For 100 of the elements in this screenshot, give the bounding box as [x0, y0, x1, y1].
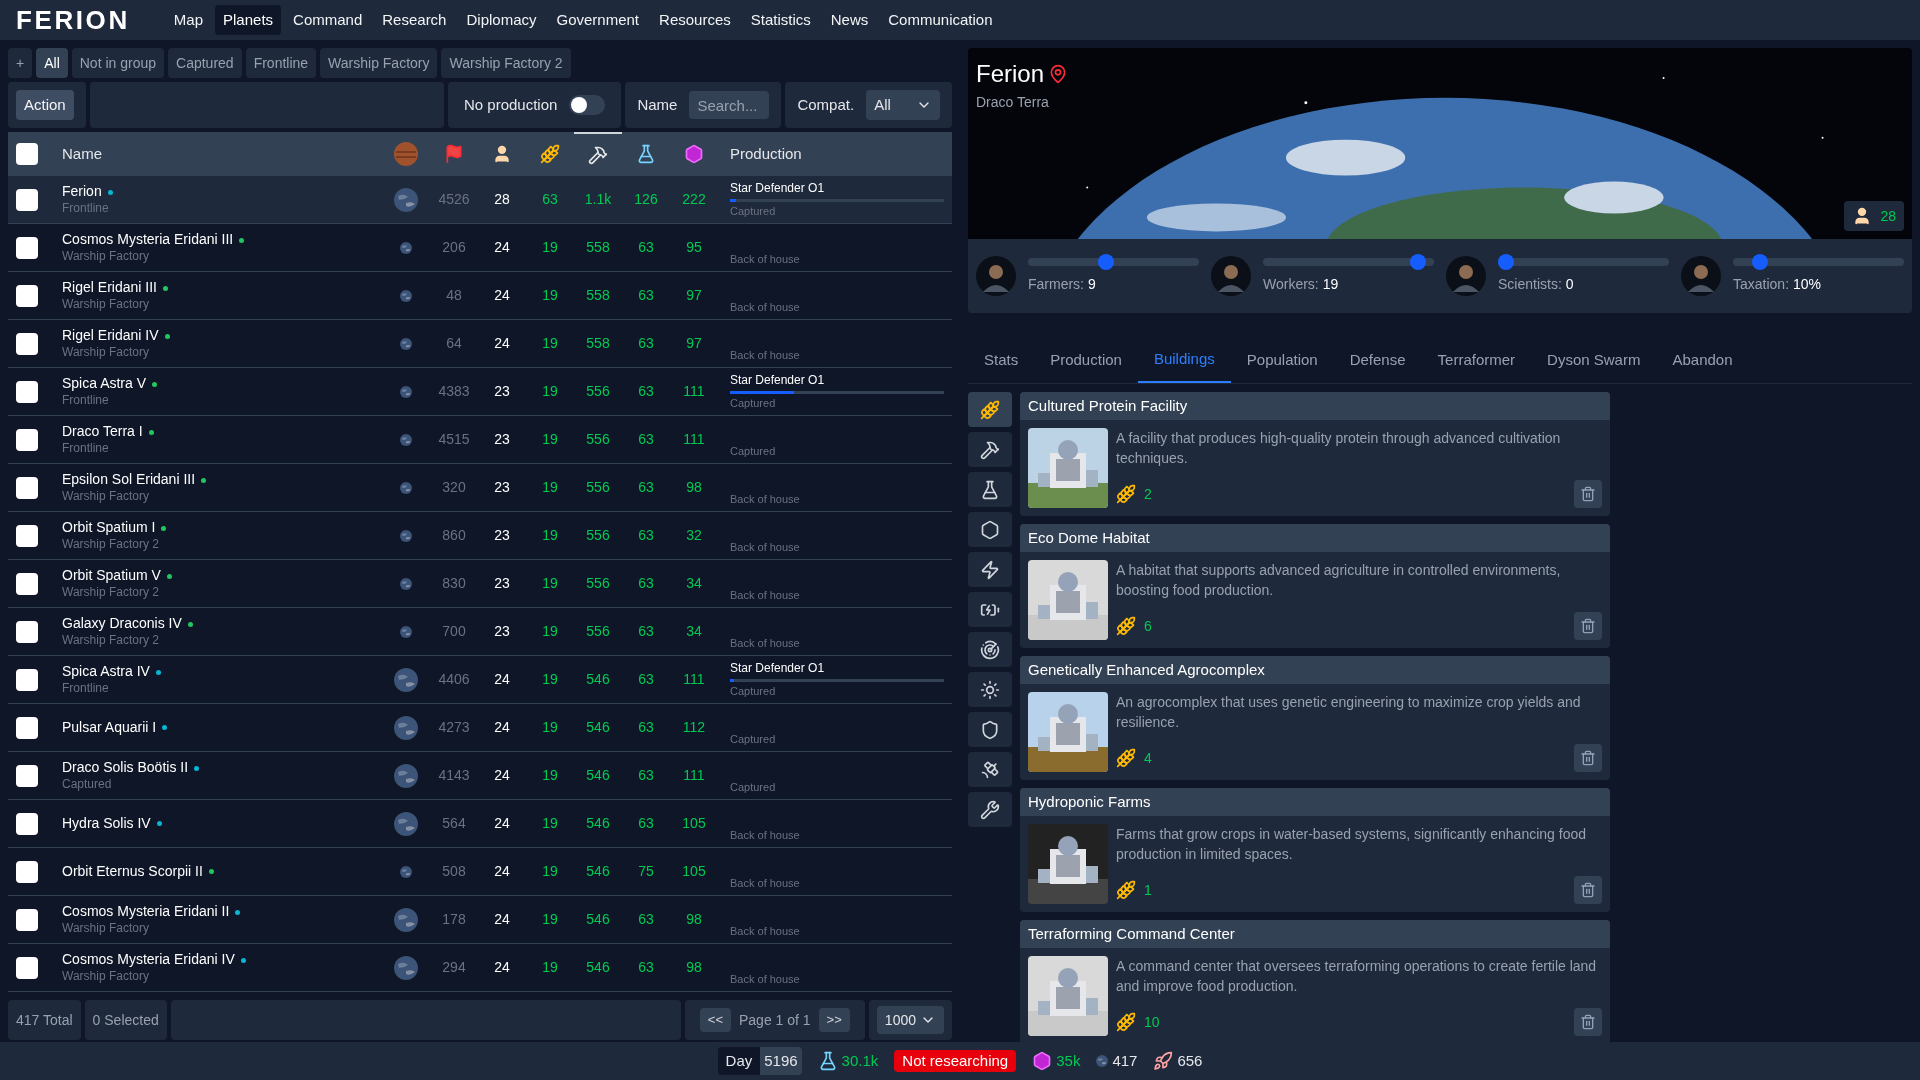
- tab[interactable]: Stats: [968, 337, 1035, 384]
- table-row[interactable]: Hydra Solis IV 564 24 19 546 63 105 Back of house: [8, 800, 952, 848]
- category-button[interactable]: [968, 512, 1012, 548]
- table-cell-text: 1.1k: [584, 190, 612, 209]
- table-row[interactable]: Rigel Eridani IV Warship Factory 64 24 19 558 63 97 Back of house: [8, 320, 952, 368]
- prev-page-button[interactable]: <<: [699, 1008, 731, 1032]
- category-button[interactable]: [968, 392, 1012, 428]
- table-row[interactable]: Draco Solis Boötis II Captured 4143 24 19 546 63 111 Captured: [8, 752, 952, 800]
- tab[interactable]: Terraformer: [1421, 337, 1532, 384]
- action-button[interactable]: Action: [16, 89, 74, 121]
- search-field[interactable]: Search...: [689, 91, 770, 119]
- category-button[interactable]: [968, 632, 1012, 668]
- group-tab[interactable]: +: [8, 48, 33, 78]
- nav-tab[interactable]: Statistics: [742, 4, 819, 36]
- table-row[interactable]: Epsilon Sol Eridani III Warship Factory 320 23 19 556 63 98 Back of house: [8, 464, 952, 512]
- table-row[interactable]: Orbit Spatium V Warship Factory 2 830 23 19 556 63 34 Back of house: [8, 560, 952, 608]
- category-button[interactable]: [968, 552, 1012, 588]
- table-row[interactable]: Rigel Eridani III Warship Factory 48 24 19 558 63 97 Back of house: [8, 272, 952, 320]
- row-checkbox[interactable]: [16, 236, 38, 259]
- nav-tab[interactable]: Resources: [651, 4, 739, 36]
- row-checkbox[interactable]: [16, 572, 38, 595]
- select-all-checkbox[interactable]: [16, 143, 38, 165]
- row-checkbox[interactable]: [16, 812, 38, 835]
- category-button[interactable]: [968, 712, 1012, 748]
- group-tab[interactable]: All: [36, 48, 68, 78]
- row-checkbox[interactable]: [16, 716, 38, 739]
- table-cell-text: 63: [638, 334, 654, 353]
- row-checkbox[interactable]: [16, 188, 38, 211]
- delete-button[interactable]: [1574, 876, 1602, 905]
- row-checkbox[interactable]: [16, 764, 38, 787]
- tab[interactable]: Defense: [1333, 337, 1422, 384]
- table-row[interactable]: Ferion Frontline 4526 28 63 1.1k 126 222 Star Defender O1 Captured: [8, 176, 952, 224]
- delete-button[interactable]: [1574, 612, 1602, 641]
- tab[interactable]: Buildings: [1137, 337, 1231, 384]
- table-row[interactable]: Pulsar Aquarii I 4273 24 19 546 63 112 Captured: [8, 704, 952, 752]
- slider-thumb[interactable]: [1498, 253, 1514, 270]
- nav-tab[interactable]: Map: [165, 4, 211, 36]
- row-checkbox[interactable]: [16, 860, 38, 883]
- rocket-icon: [1153, 1051, 1174, 1071]
- tab[interactable]: Abandon: [1656, 337, 1749, 384]
- per-page-select[interactable]: 1000: [876, 1006, 944, 1034]
- next-page-button[interactable]: >>: [818, 1008, 850, 1032]
- nav-tab[interactable]: Government: [548, 4, 648, 36]
- nav-tab[interactable]: News: [822, 4, 877, 36]
- row-checkbox[interactable]: [16, 332, 38, 355]
- research-status[interactable]: Not researching: [894, 1049, 1017, 1073]
- row-checkbox[interactable]: [16, 620, 38, 643]
- table-row[interactable]: Galaxy Draconis IV Warship Factory 2 700 23 19 556 63 34 Back of house: [8, 608, 952, 656]
- row-checkbox[interactable]: [16, 428, 38, 451]
- row-checkbox[interactable]: [16, 284, 38, 307]
- slider-thumb[interactable]: [1097, 253, 1114, 270]
- delete-button[interactable]: [1574, 480, 1602, 509]
- table-row[interactable]: Cosmos Mysteria Eridani III Warship Factory 206 24 19 558 63 95 Back of house: [8, 224, 952, 272]
- tab[interactable]: Production: [1034, 337, 1138, 384]
- group-tab[interactable]: Captured: [168, 48, 242, 78]
- group-tab[interactable]: Not in group: [71, 48, 165, 78]
- nav-tab[interactable]: Diplomacy: [458, 4, 545, 36]
- column-header[interactable]: Name: [62, 144, 102, 162]
- table-row[interactable]: Cosmos Mysteria Eridani II Warship Factory 178 24 19 546 63 98 Back of house: [8, 896, 952, 944]
- group-tab[interactable]: Warship Factory 2: [441, 48, 571, 78]
- table-row[interactable]: Spica Astra V Frontline 4383 23 19 556 63 111 Star Defender O1 Captured: [8, 368, 952, 416]
- category-button[interactable]: [968, 672, 1012, 708]
- toggle-switch[interactable]: [569, 95, 606, 115]
- table-row[interactable]: Cosmos Mysteria Eridani IV Warship Factory 294 24 19 546 63 98 Back of house: [8, 944, 952, 992]
- slider-thumb[interactable]: [1751, 253, 1768, 270]
- group-tab[interactable]: Warship Factory: [320, 48, 438, 78]
- avatar-icon: [1211, 256, 1251, 297]
- row-checkbox[interactable]: [16, 908, 38, 931]
- category-button[interactable]: [968, 472, 1012, 508]
- table-row[interactable]: Orbit Eternus Scorpii II 508 24 19 546 75 105 Back of house: [8, 848, 952, 896]
- row-checkbox[interactable]: [16, 476, 38, 499]
- sun-icon: [980, 679, 1000, 700]
- row-checkbox[interactable]: [16, 956, 38, 979]
- production-status: Back of house: [730, 829, 801, 843]
- category-button[interactable]: [968, 592, 1012, 628]
- nav-tab[interactable]: Research: [374, 4, 455, 36]
- category-button[interactable]: [968, 792, 1012, 828]
- nav-tab[interactable]: Planets: [215, 4, 282, 36]
- category-button[interactable]: [968, 432, 1012, 468]
- nav-tab[interactable]: Command: [285, 4, 371, 36]
- tab[interactable]: Population: [1230, 337, 1334, 384]
- table-row[interactable]: Spica Astra IV Frontline 4406 24 19 546 63 111 Star Defender O1 Captured: [8, 656, 952, 704]
- table-row[interactable]: Orbit Spatium I Warship Factory 2 860 23 19 556 63 32 Back of house: [8, 512, 952, 560]
- row-checkbox[interactable]: [16, 524, 38, 547]
- table-cell-text: 95: [686, 238, 702, 257]
- table-row[interactable]: Draco Terra I Frontline 4515 23 19 556 63 111 Captured: [8, 416, 952, 464]
- compat-select[interactable]: All: [866, 90, 940, 120]
- planet-icon: [394, 715, 418, 740]
- group-tab[interactable]: Frontline: [245, 48, 317, 78]
- row-checkbox[interactable]: [16, 380, 38, 403]
- delete-button[interactable]: [1574, 1008, 1602, 1037]
- category-button[interactable]: [968, 752, 1012, 788]
- table-cell-text: 24: [494, 766, 510, 785]
- tab[interactable]: Dyson Swarm: [1531, 337, 1657, 384]
- row-checkbox[interactable]: [16, 668, 38, 691]
- table-cell-text: 4406: [438, 670, 470, 689]
- column-header[interactable]: Production: [730, 144, 802, 162]
- slider-thumb[interactable]: [1410, 253, 1427, 270]
- delete-button[interactable]: [1574, 744, 1602, 773]
- nav-tab[interactable]: Communication: [880, 4, 1001, 36]
